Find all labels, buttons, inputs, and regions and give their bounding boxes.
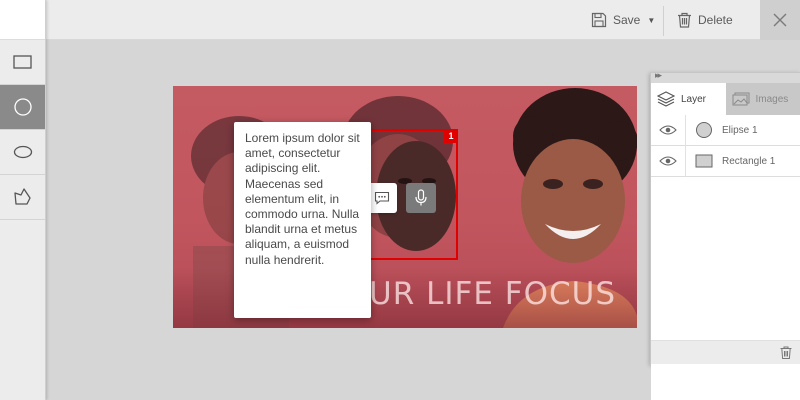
toolbar-divider: [663, 6, 664, 36]
tab-layer-label: Layer: [681, 93, 707, 105]
layer-thumbnail: [686, 121, 722, 139]
layer-item[interactable]: Rectangle 1: [651, 145, 800, 177]
visibility-toggle[interactable]: [651, 114, 686, 146]
circle-icon: [696, 122, 712, 138]
sidebar-header: [0, 0, 45, 40]
ellipse-icon: [13, 145, 32, 159]
save-label: Save: [613, 13, 641, 27]
close-icon: [773, 13, 787, 27]
circle-tool[interactable]: [0, 85, 45, 130]
rectangle-tool[interactable]: [0, 40, 45, 85]
panel-tabs: Layer Images: [651, 83, 800, 115]
trash-icon: [678, 12, 691, 28]
polygon-icon: [13, 188, 31, 205]
panel-header[interactable]: ▸▸: [651, 70, 800, 83]
panel-footer: [651, 340, 800, 364]
tab-layer[interactable]: Layer: [651, 83, 726, 115]
tab-images-label: Images: [755, 93, 789, 105]
images-icon: [732, 92, 749, 106]
polygon-tool[interactable]: [0, 175, 45, 220]
layers-list: Elipse 1 Rectangle 1: [651, 114, 800, 177]
rectangle-icon: [695, 154, 713, 168]
delete-layer-button[interactable]: [780, 346, 792, 364]
microphone-button[interactable]: [406, 183, 436, 213]
image-caption: UR LIFE FOCUS: [369, 276, 617, 312]
save-button[interactable]: Save ▼: [591, 0, 655, 40]
delete-label: Delete: [698, 13, 733, 27]
circle-icon: [13, 98, 32, 116]
layer-item[interactable]: Elipse 1: [651, 114, 800, 146]
trash-icon: [780, 346, 792, 359]
layer-label: Elipse 1: [722, 124, 758, 136]
top-toolbar: Save ▼ Delete: [46, 0, 800, 40]
visibility-toggle[interactable]: [651, 145, 686, 177]
layers-icon: [657, 91, 675, 107]
layers-panel: ▸▸ Layer Images Elipse 1 Rectangle 1: [650, 70, 800, 400]
speech-bubble-icon: [374, 191, 390, 205]
rectangle-icon: [12, 55, 32, 69]
delete-button[interactable]: Delete: [677, 0, 733, 40]
comment-text: Lorem ipsum dolor sit amet, consectetur …: [245, 131, 360, 267]
selection-number-badge: 1: [444, 129, 458, 143]
close-button[interactable]: [760, 0, 800, 40]
tab-images[interactable]: Images: [725, 83, 800, 115]
collapse-chevron-icon[interactable]: ▸▸: [655, 70, 662, 81]
eye-icon: [659, 125, 677, 135]
comment-popup: Lorem ipsum dolor sit amet, consectetur …: [234, 122, 371, 318]
layer-thumbnail: [686, 154, 722, 168]
comment-button[interactable]: [367, 183, 397, 213]
eye-icon: [659, 156, 677, 166]
tool-sidebar: [0, 0, 46, 400]
ellipse-tool[interactable]: [0, 130, 45, 175]
floppy-disk-icon: [591, 12, 607, 28]
microphone-icon: [415, 189, 427, 206]
caret-down-icon[interactable]: ▼: [647, 16, 655, 25]
layer-label: Rectangle 1: [722, 155, 776, 167]
